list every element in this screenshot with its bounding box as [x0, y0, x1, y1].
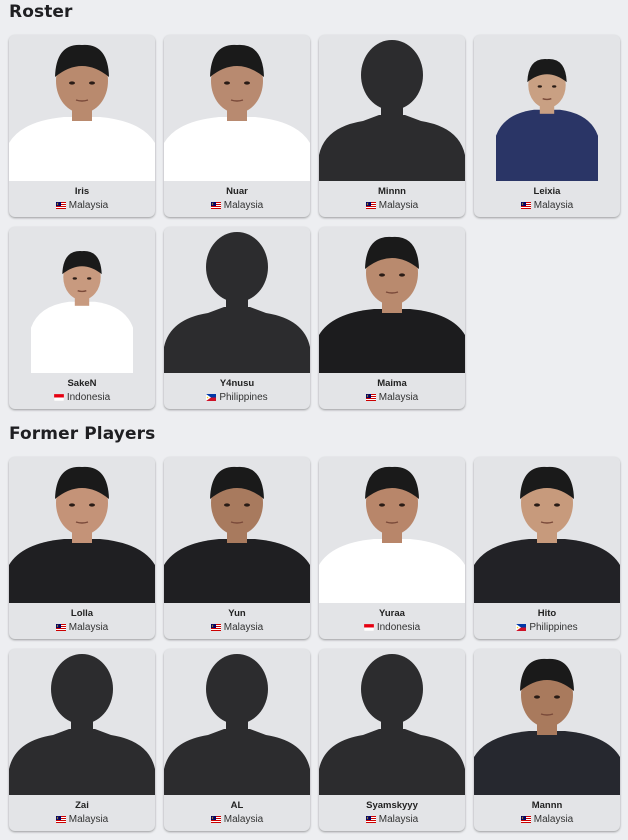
former-players-section-title: Former Players	[9, 424, 156, 444]
player-name[interactable]: Yuraa	[319, 608, 465, 619]
player-country: Malaysia	[319, 200, 465, 211]
player-card[interactable]: AL Malaysia	[164, 649, 310, 831]
player-country: Malaysia	[474, 200, 620, 211]
roster-section-title: Roster	[9, 2, 73, 22]
player-silhouette-placeholder	[319, 649, 465, 795]
flag-my-icon	[520, 202, 531, 209]
country-label: Malaysia	[378, 814, 419, 825]
player-photo	[9, 227, 155, 373]
player-photo	[164, 457, 310, 603]
player-name[interactable]: Minnn	[319, 186, 465, 197]
player-photo	[9, 35, 155, 181]
flag-my-icon	[210, 624, 221, 631]
player-card[interactable]: Mannn Malaysia	[474, 649, 620, 831]
player-country: Malaysia	[9, 814, 155, 825]
player-silhouette-placeholder	[9, 649, 155, 795]
flag-my-icon	[365, 202, 376, 209]
player-card[interactable]: Nuar Malaysia	[164, 35, 310, 217]
flag-my-icon	[365, 394, 376, 401]
flag-ph-icon	[206, 394, 217, 401]
country-label: Indonesia	[66, 392, 111, 403]
player-country: Indonesia	[9, 392, 155, 403]
flag-my-icon	[55, 624, 66, 631]
player-photo	[474, 649, 620, 795]
player-country: Malaysia	[319, 392, 465, 403]
player-silhouette-placeholder	[319, 35, 465, 181]
player-card[interactable]: Y4nusu Philippines	[164, 227, 310, 409]
player-silhouette-placeholder	[164, 649, 310, 795]
country-label: Indonesia	[376, 622, 421, 633]
player-photo	[319, 457, 465, 603]
flag-id-icon	[363, 624, 374, 631]
flag-my-icon	[55, 202, 66, 209]
player-card[interactable]: Iris Malaysia	[9, 35, 155, 217]
player-name[interactable]: Leixia	[474, 186, 620, 197]
flag-my-icon	[520, 816, 531, 823]
player-card[interactable]: Yun Malaysia	[164, 457, 310, 639]
country-label: Philippines	[219, 392, 268, 403]
country-label: Malaysia	[223, 200, 264, 211]
player-country: Malaysia	[164, 200, 310, 211]
player-card[interactable]: Leixia Malaysia	[474, 35, 620, 217]
player-card[interactable]: SakeN Indonesia	[9, 227, 155, 409]
player-country: Philippines	[164, 392, 310, 403]
flag-my-icon	[55, 816, 66, 823]
player-name[interactable]: Syamskyyy	[319, 800, 465, 811]
player-photo	[9, 457, 155, 603]
flag-my-icon	[365, 816, 376, 823]
player-photo	[164, 35, 310, 181]
player-silhouette-placeholder	[164, 227, 310, 373]
country-label: Malaysia	[533, 200, 574, 211]
player-name[interactable]: Lolla	[9, 608, 155, 619]
player-name[interactable]: SakeN	[9, 378, 155, 389]
player-card[interactable]: Lolla Malaysia	[9, 457, 155, 639]
player-name[interactable]: Y4nusu	[164, 378, 310, 389]
country-label: Philippines	[529, 622, 578, 633]
country-label: Malaysia	[378, 392, 419, 403]
flag-id-icon	[53, 394, 64, 401]
player-name[interactable]: Zai	[9, 800, 155, 811]
country-label: Malaysia	[223, 814, 264, 825]
player-name[interactable]: Nuar	[164, 186, 310, 197]
player-country: Malaysia	[474, 814, 620, 825]
player-card[interactable]: Syamskyyy Malaysia	[319, 649, 465, 831]
player-photo	[474, 35, 620, 181]
player-name[interactable]: Iris	[9, 186, 155, 197]
flag-my-icon	[210, 202, 221, 209]
player-name[interactable]: AL	[164, 800, 310, 811]
player-country: Malaysia	[164, 622, 310, 633]
country-label: Malaysia	[68, 200, 109, 211]
player-card[interactable]: Minnn Malaysia	[319, 35, 465, 217]
player-name[interactable]: Yun	[164, 608, 310, 619]
country-label: Malaysia	[533, 814, 574, 825]
player-card[interactable]: Yuraa Indonesia	[319, 457, 465, 639]
player-card[interactable]: Maima Malaysia	[319, 227, 465, 409]
player-country: Malaysia	[164, 814, 310, 825]
player-photo	[319, 227, 465, 373]
player-name[interactable]: Mannn	[474, 800, 620, 811]
player-name[interactable]: Maima	[319, 378, 465, 389]
player-country: Malaysia	[319, 814, 465, 825]
player-photo	[474, 457, 620, 603]
country-label: Malaysia	[68, 814, 109, 825]
flag-ph-icon	[516, 624, 527, 631]
player-name[interactable]: Hito	[474, 608, 620, 619]
player-country: Malaysia	[9, 200, 155, 211]
player-country: Malaysia	[9, 622, 155, 633]
player-country: Philippines	[474, 622, 620, 633]
player-card[interactable]: Zai Malaysia	[9, 649, 155, 831]
player-country: Indonesia	[319, 622, 465, 633]
player-card[interactable]: Hito Philippines	[474, 457, 620, 639]
flag-my-icon	[210, 816, 221, 823]
country-label: Malaysia	[68, 622, 109, 633]
country-label: Malaysia	[223, 622, 264, 633]
country-label: Malaysia	[378, 200, 419, 211]
